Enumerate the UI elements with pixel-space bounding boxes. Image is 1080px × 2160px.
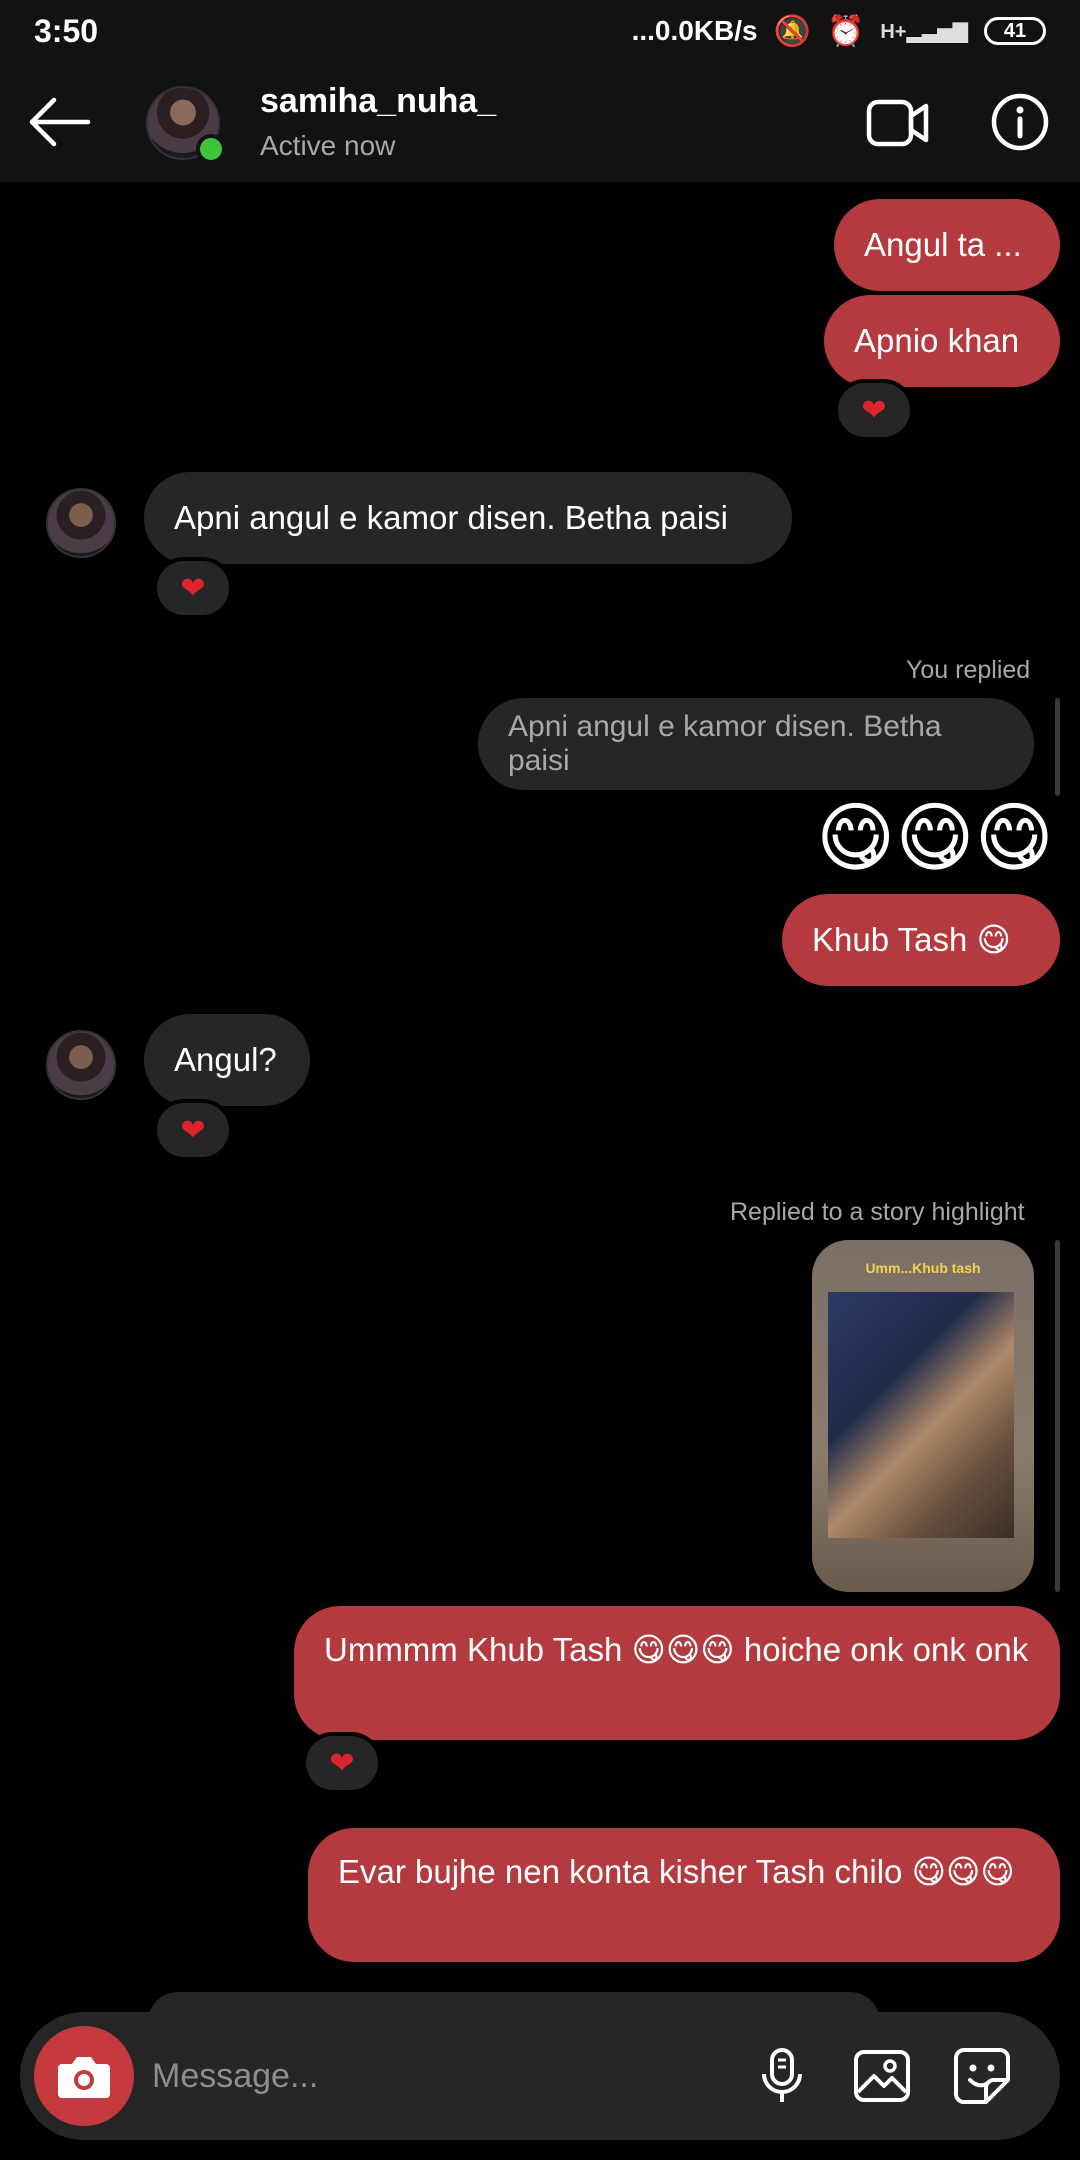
message-text: Khub Tash 😋 [812, 921, 1011, 958]
emoji-message[interactable]: 😋😋😋 [816, 794, 1054, 884]
quoted-message[interactable]: Apni angul e kamor disen. Betha paisi [478, 698, 1034, 790]
sticker-button[interactable] [952, 2046, 1012, 2106]
gallery-button[interactable] [852, 2046, 912, 2106]
signal-icon: H+▂▃▅▇ [880, 20, 968, 43]
story-caption: Umm...Khub tash [865, 1260, 981, 1276]
reply-label: You replied [906, 656, 1031, 684]
message-text: Apnio khan [854, 322, 1020, 359]
network-speed: ...0.0KB/s [631, 15, 758, 46]
message-text: Apni angul e kamor disen. Betha paisi [174, 499, 729, 536]
message-text: Ummmm Khub Tash 😋😋😋 hoiche onk onk onk [324, 1631, 1029, 1668]
battery-level: 41 [1003, 19, 1027, 42]
status-bar: 3:50 ...0.0KB/s 🔕 ⏰ H+▂▃▅▇ 41 [0, 0, 1080, 62]
outgoing-message[interactable]: Apnio khan [824, 295, 1060, 387]
message-reaction[interactable]: ❤ [302, 1732, 382, 1794]
outgoing-message[interactable]: Ummmm Khub Tash 😋😋😋 hoiche onk onk onk [294, 1606, 1060, 1740]
reply-label: Replied to a story highlight [730, 1198, 1025, 1226]
reply-indicator [1055, 698, 1060, 796]
message-text: Angul? [174, 1041, 277, 1078]
sticker-icon [954, 2048, 1010, 2104]
status-time: 3:50 [34, 12, 99, 49]
heart-icon: ❤ [180, 1113, 206, 1147]
contact-status: Active now [260, 130, 396, 161]
chat-header: samiha_nuha_ Active now [0, 62, 1080, 182]
video-call-button[interactable] [866, 98, 930, 148]
info-button[interactable] [990, 92, 1050, 152]
incoming-message[interactable]: Angul? [144, 1014, 310, 1106]
back-button[interactable] [28, 92, 92, 152]
info-icon [991, 93, 1049, 151]
message-composer [20, 2012, 1060, 2140]
alarm-icon: ⏰ [826, 14, 865, 48]
message-text: Angul ta ... [864, 226, 1022, 263]
outgoing-message[interactable]: Evar bujhe nen konta kisher Tash chilo 😋… [308, 1828, 1060, 1962]
quoted-text: Apni angul e kamor disen. Betha paisi [508, 710, 942, 777]
story-highlight-preview[interactable]: Umm...Khub tash [812, 1240, 1034, 1592]
message-list[interactable]: Angul ta ... Apnio khan ❤ Apni angul e k… [0, 182, 1080, 2002]
message-reaction[interactable]: ❤ [834, 379, 914, 441]
contact-username[interactable]: samiha_nuha_ [260, 82, 496, 121]
message-text: Evar bujhe nen konta kisher Tash chilo 😋… [338, 1853, 1015, 1890]
message-input[interactable] [152, 2046, 632, 2106]
story-image [828, 1292, 1014, 1538]
sender-avatar[interactable] [46, 1030, 116, 1100]
network-type: H+ [880, 20, 907, 43]
back-arrow-icon [29, 97, 91, 147]
outgoing-message[interactable]: Khub Tash 😋 [782, 894, 1060, 986]
battery-icon: 41 [984, 17, 1046, 45]
header-avatar[interactable] [146, 86, 226, 164]
reply-indicator [1055, 1240, 1060, 1592]
message-reaction[interactable]: ❤ [153, 557, 233, 619]
outgoing-message[interactable]: Angul ta ... [834, 199, 1060, 291]
sender-avatar[interactable] [46, 488, 116, 558]
mute-icon: 🔕 [773, 14, 811, 48]
gallery-icon [854, 2050, 910, 2102]
voice-message-button[interactable] [752, 2046, 812, 2106]
heart-icon: ❤ [180, 571, 206, 605]
camera-button[interactable] [34, 2026, 134, 2126]
microphone-icon [762, 2048, 802, 2102]
video-camera-icon [866, 99, 929, 147]
online-indicator [196, 134, 226, 164]
heart-icon: ❤ [329, 1746, 355, 1780]
incoming-message[interactable]: Apni angul e kamor disen. Betha paisi [144, 472, 792, 564]
heart-icon: ❤ [861, 393, 887, 427]
camera-icon [58, 2057, 110, 2098]
status-indicators: ...0.0KB/s 🔕 ⏰ H+▂▃▅▇ 41 [632, 14, 1046, 49]
message-reaction[interactable]: ❤ [153, 1099, 233, 1161]
